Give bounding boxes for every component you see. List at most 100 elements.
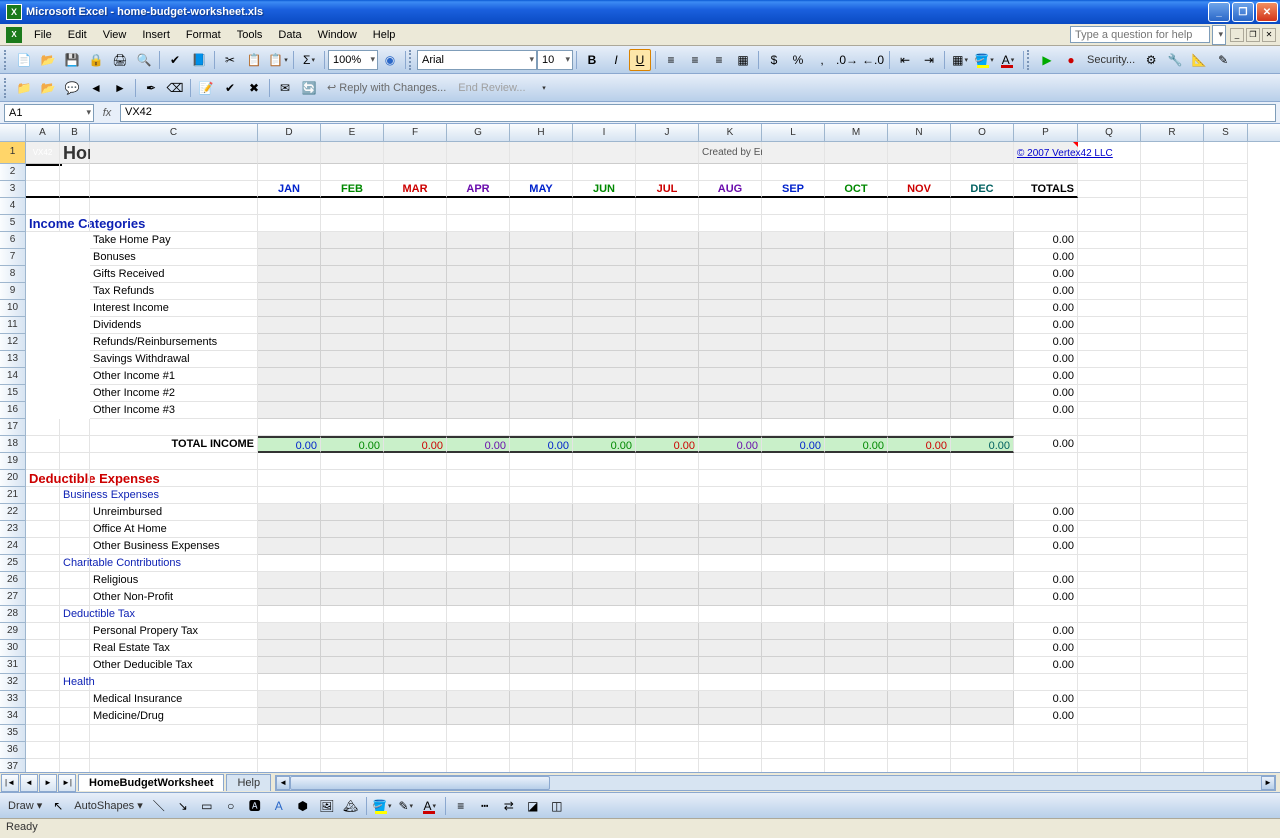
tab-prev-button[interactable]: ◄ bbox=[20, 774, 38, 792]
cell[interactable] bbox=[447, 334, 510, 351]
cell[interactable] bbox=[573, 708, 636, 725]
cell[interactable] bbox=[825, 249, 888, 266]
cell[interactable]: 0.00 bbox=[1014, 334, 1078, 351]
cell[interactable]: APR bbox=[447, 181, 510, 198]
cell[interactable] bbox=[60, 266, 90, 283]
cell[interactable]: 0.00 bbox=[1014, 368, 1078, 385]
cell[interactable] bbox=[1141, 742, 1204, 759]
cell[interactable] bbox=[636, 470, 699, 487]
cell[interactable] bbox=[321, 470, 384, 487]
select-objects-button[interactable]: ↖ bbox=[47, 795, 69, 817]
cell[interactable] bbox=[60, 640, 90, 657]
cell[interactable] bbox=[258, 623, 321, 640]
row-header[interactable]: 10 bbox=[0, 300, 26, 317]
cell[interactable] bbox=[321, 402, 384, 419]
cell[interactable] bbox=[1141, 708, 1204, 725]
cell[interactable] bbox=[258, 419, 321, 436]
cell[interactable] bbox=[762, 691, 825, 708]
cell[interactable] bbox=[1078, 317, 1141, 334]
cell[interactable] bbox=[321, 640, 384, 657]
cell[interactable] bbox=[90, 470, 258, 487]
cell[interactable] bbox=[699, 572, 762, 589]
autoshapes-menu[interactable]: AutoShapes ▾ bbox=[70, 799, 147, 812]
cell[interactable]: Other Income #2 bbox=[90, 385, 258, 402]
cell[interactable] bbox=[699, 657, 762, 674]
macro-record-button[interactable]: ● bbox=[1060, 49, 1082, 71]
cell[interactable]: Deductible Tax bbox=[60, 606, 90, 623]
cell[interactable] bbox=[1078, 759, 1141, 772]
cell[interactable] bbox=[60, 317, 90, 334]
cell[interactable] bbox=[636, 538, 699, 555]
tab-next-button[interactable]: ► bbox=[39, 774, 57, 792]
control-toolbox-button[interactable]: 🔧 bbox=[1164, 49, 1186, 71]
cell[interactable] bbox=[384, 419, 447, 436]
cell[interactable] bbox=[1078, 470, 1141, 487]
cell[interactable]: 0.00 bbox=[1014, 657, 1078, 674]
name-box[interactable]: A1 bbox=[4, 104, 94, 122]
cell[interactable] bbox=[258, 385, 321, 402]
cell[interactable]: Dividends bbox=[90, 317, 258, 334]
cell[interactable] bbox=[1141, 453, 1204, 470]
cell[interactable] bbox=[447, 708, 510, 725]
cell[interactable] bbox=[321, 759, 384, 772]
cell[interactable] bbox=[26, 266, 60, 283]
cell[interactable] bbox=[636, 198, 699, 215]
cell[interactable] bbox=[384, 453, 447, 470]
sheet-tab-active[interactable]: HomeBudgetWorksheet bbox=[78, 774, 224, 791]
cell[interactable] bbox=[384, 266, 447, 283]
cell[interactable]: 0.00 bbox=[573, 436, 636, 453]
cell[interactable]: Charitable Contributions bbox=[60, 555, 90, 572]
row-header[interactable]: 21 bbox=[0, 487, 26, 504]
cell[interactable] bbox=[60, 232, 90, 249]
increase-decimal-button[interactable]: .0→ bbox=[835, 49, 859, 71]
cell[interactable] bbox=[447, 198, 510, 215]
sheet-tab-help[interactable]: Help bbox=[226, 774, 271, 791]
cell[interactable] bbox=[60, 538, 90, 555]
cell[interactable] bbox=[699, 589, 762, 606]
cell[interactable] bbox=[888, 419, 951, 436]
cell[interactable] bbox=[1204, 538, 1248, 555]
cell[interactable]: Health bbox=[60, 674, 90, 691]
cell[interactable] bbox=[825, 453, 888, 470]
cell[interactable] bbox=[888, 266, 951, 283]
cell[interactable] bbox=[26, 623, 60, 640]
cell[interactable] bbox=[825, 164, 888, 181]
row-header[interactable]: 36 bbox=[0, 742, 26, 759]
cell[interactable] bbox=[510, 504, 573, 521]
cell[interactable] bbox=[321, 317, 384, 334]
cell[interactable] bbox=[1204, 742, 1248, 759]
cell[interactable] bbox=[1078, 606, 1141, 623]
row-header[interactable]: 6 bbox=[0, 232, 26, 249]
cell[interactable] bbox=[384, 249, 447, 266]
cell[interactable]: Medicine/Drug bbox=[90, 708, 258, 725]
cell[interactable] bbox=[510, 725, 573, 742]
row-header[interactable]: 3 bbox=[0, 181, 26, 198]
cell[interactable] bbox=[321, 487, 384, 504]
cell[interactable] bbox=[90, 215, 258, 232]
cell[interactable] bbox=[1078, 419, 1141, 436]
cell[interactable] bbox=[26, 555, 60, 572]
cell[interactable] bbox=[825, 521, 888, 538]
cell[interactable] bbox=[699, 674, 762, 691]
cell[interactable] bbox=[1078, 742, 1141, 759]
cell[interactable] bbox=[1204, 504, 1248, 521]
cell[interactable] bbox=[1141, 181, 1204, 198]
cell[interactable] bbox=[510, 385, 573, 402]
cell[interactable] bbox=[1078, 555, 1141, 572]
cell[interactable]: JAN bbox=[258, 181, 321, 198]
toolbar-grip-3[interactable] bbox=[1027, 50, 1031, 70]
mdi-restore-button[interactable]: ❐ bbox=[1246, 28, 1260, 42]
cell[interactable] bbox=[510, 164, 573, 181]
cell[interactable]: 0.00 bbox=[384, 436, 447, 453]
cell[interactable]: JUN bbox=[573, 181, 636, 198]
cell[interactable]: Tax Refunds bbox=[90, 283, 258, 300]
row-header[interactable]: 15 bbox=[0, 385, 26, 402]
show-comment-button[interactable]: 💬 bbox=[61, 77, 83, 99]
formula-input[interactable]: VX42 bbox=[120, 104, 1276, 122]
cell[interactable] bbox=[573, 283, 636, 300]
cell[interactable]: 0.00 bbox=[1014, 691, 1078, 708]
cell[interactable] bbox=[1078, 198, 1141, 215]
toolbar-grip[interactable] bbox=[4, 50, 8, 70]
cell[interactable] bbox=[888, 334, 951, 351]
cell[interactable] bbox=[762, 317, 825, 334]
